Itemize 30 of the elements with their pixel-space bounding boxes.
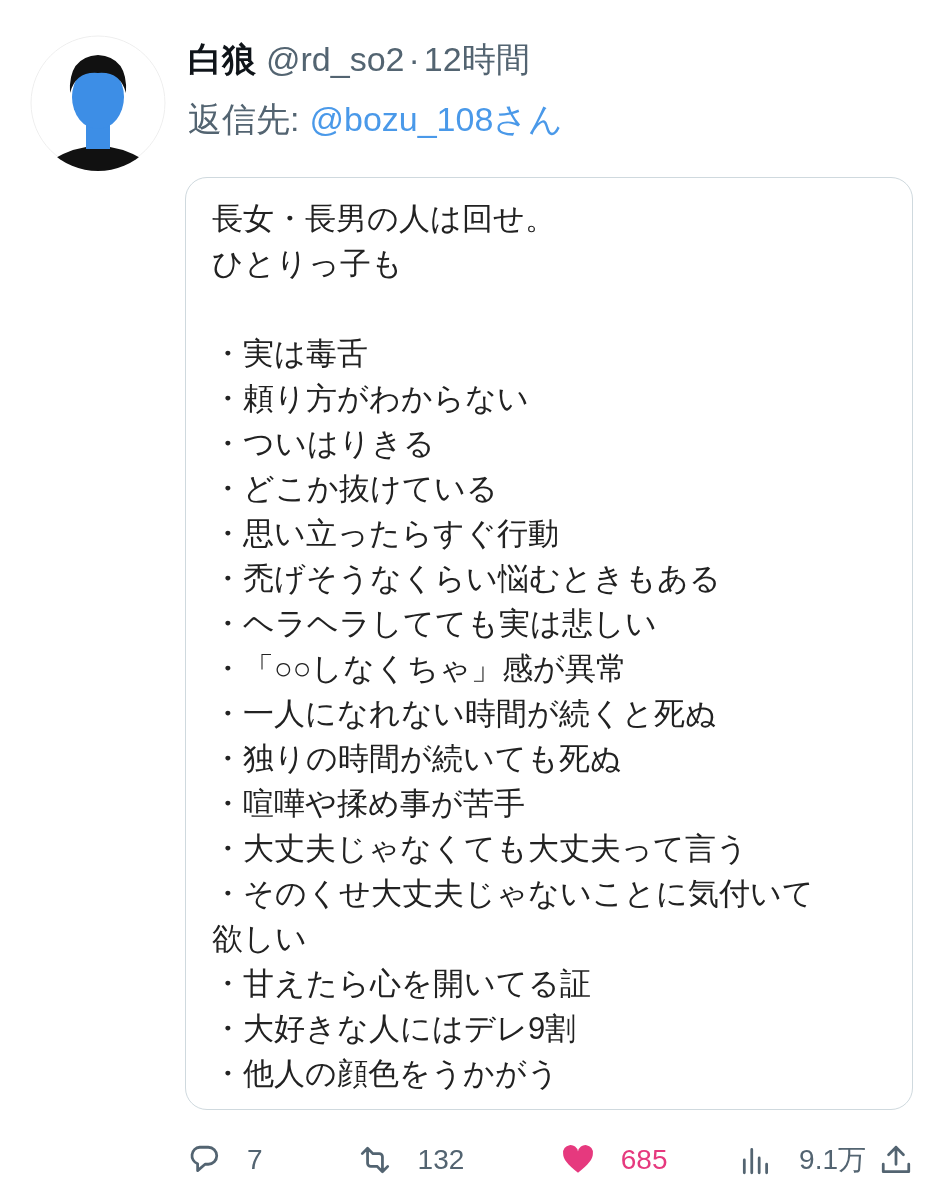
action-count: 7 [247, 1143, 263, 1177]
display-name[interactable]: 白狼 [188, 37, 256, 81]
reply-label: 返信先: [188, 99, 300, 140]
text-line: ・どこか抜けている [212, 470, 499, 508]
text-line: 欲しい [212, 920, 308, 958]
text-line: ・独りの時間が続いても死ぬ [212, 740, 623, 778]
user-handle[interactable]: @rd_so2 [266, 37, 405, 81]
separator: · [408, 39, 420, 80]
text-line: ・喧嘩や揉め事が苦手 [212, 785, 526, 823]
text-line: ・思い立ったらすぐ行動 [212, 515, 560, 553]
post-time[interactable]: 12時間 [423, 37, 530, 81]
text-line: ・他人の顔色をうかがう [212, 1055, 560, 1093]
text-line: ・頼り方がわからない [212, 380, 530, 418]
text-line: ・甘えたら心を開いてる証 [212, 965, 592, 1003]
text-line: ・大丈夫じゃなくても大丈夫って言う [212, 830, 749, 868]
text-line: ・禿げそうなくらい悩むときもある [212, 560, 722, 598]
text-line: 長女・長男の人は回せ。 [212, 200, 557, 238]
attached-image[interactable] [185, 177, 913, 1110]
action-count: 685 [620, 1143, 668, 1177]
text-line: ・ヘラヘラしてても実は悲しい [212, 605, 658, 643]
text-line: ・ついはりきる [212, 425, 436, 463]
text-line: ひとりっ子も [212, 245, 404, 283]
action-count: 132 [417, 1143, 465, 1177]
text-line: ・一人になれない時間が続くと死ぬ [212, 695, 718, 733]
text-line: ・「○○しなくちゃ」感が異常 [212, 650, 629, 688]
text-line: ・大好きな人にはデレ9割 [212, 1010, 578, 1048]
action-count: 9.1万 [799, 1143, 866, 1177]
text-line: ・実は毒舌 [212, 335, 369, 373]
avatar[interactable] [30, 35, 166, 171]
text-line: ・そのくせ大丈夫じゃないことに気付いて [212, 875, 815, 913]
